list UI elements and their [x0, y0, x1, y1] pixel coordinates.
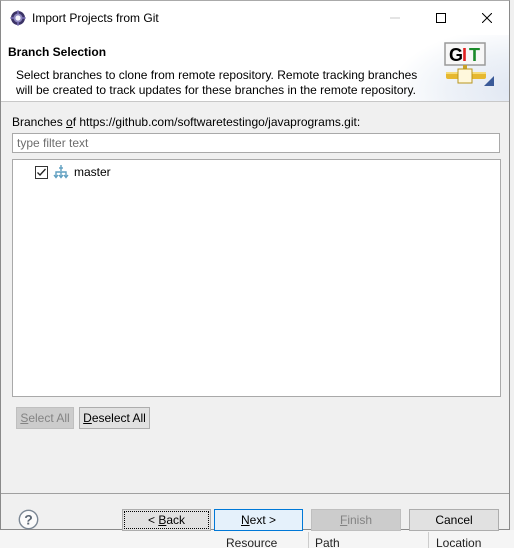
checkmark-icon — [37, 168, 46, 176]
minimize-icon — [390, 17, 400, 19]
branch-tree[interactable]: master — [12, 159, 501, 397]
import-projects-dialog: Import Projects from Git Branch Selectio… — [0, 0, 510, 531]
window-title: Import Projects from Git — [32, 11, 159, 25]
branch-checkbox[interactable] — [35, 165, 48, 179]
label-text: f https://github.com/softwaretestingo/ja… — [72, 115, 361, 129]
page-description: Select branches to clone from remote rep… — [16, 68, 418, 97]
git-wizard-icon: G I T — [444, 42, 494, 86]
deselect-all-button[interactable]: Deselect All — [79, 407, 150, 429]
eclipse-gear-icon — [10, 10, 26, 26]
mnemonic: B — [158, 513, 167, 527]
page-title: Branch Selection — [8, 45, 107, 59]
mnemonic: D — [83, 411, 92, 425]
button-label: elect All — [28, 411, 70, 425]
next-button[interactable]: Next > — [214, 509, 303, 531]
minimize-button[interactable] — [372, 1, 418, 35]
filter-input[interactable] — [12, 133, 500, 153]
close-icon — [482, 13, 492, 23]
select-all-button[interactable]: Select All — [16, 407, 74, 429]
maximize-button[interactable] — [418, 1, 464, 35]
mnemonic: F — [339, 513, 348, 527]
branch-icon — [53, 165, 69, 179]
close-button[interactable] — [464, 1, 510, 35]
button-label: inish — [347, 513, 373, 527]
help-icon[interactable]: ? — [18, 509, 39, 530]
wizard-header: Branch Selection Select branches to clon… — [1, 35, 509, 102]
cancel-button[interactable]: Cancel — [409, 509, 499, 531]
button-label: < — [147, 513, 159, 527]
label-text: Branches — [12, 115, 67, 129]
branches-label: Branches of https://github.com/softwaret… — [12, 115, 360, 129]
svg-text:I: I — [462, 45, 467, 65]
label-mnemonic: o — [66, 115, 73, 129]
finish-button[interactable]: Finish — [311, 509, 401, 531]
background-column-path: Path — [315, 536, 340, 548]
mnemonic: S — [20, 411, 29, 425]
background-column-location: Location — [436, 536, 482, 548]
footer-separator — [1, 493, 509, 494]
column-divider — [308, 532, 309, 548]
button-label: ext > — [249, 513, 277, 527]
branch-item-master[interactable]: master — [35, 163, 111, 181]
background-column-resource: Resource — [226, 536, 278, 548]
branch-name: master — [74, 165, 111, 179]
mnemonic: N — [240, 513, 250, 527]
background-table-header: Resource Path Location — [0, 530, 514, 548]
back-button[interactable]: < Back — [122, 509, 211, 531]
svg-text:T: T — [469, 45, 480, 65]
button-label: eselect All — [91, 411, 146, 425]
svg-text:G: G — [449, 45, 463, 65]
svg-text:?: ? — [24, 512, 33, 528]
button-label: ack — [166, 513, 186, 527]
maximize-icon — [436, 13, 446, 23]
column-divider — [428, 532, 429, 548]
title-bar[interactable]: Import Projects from Git — [1, 1, 509, 35]
